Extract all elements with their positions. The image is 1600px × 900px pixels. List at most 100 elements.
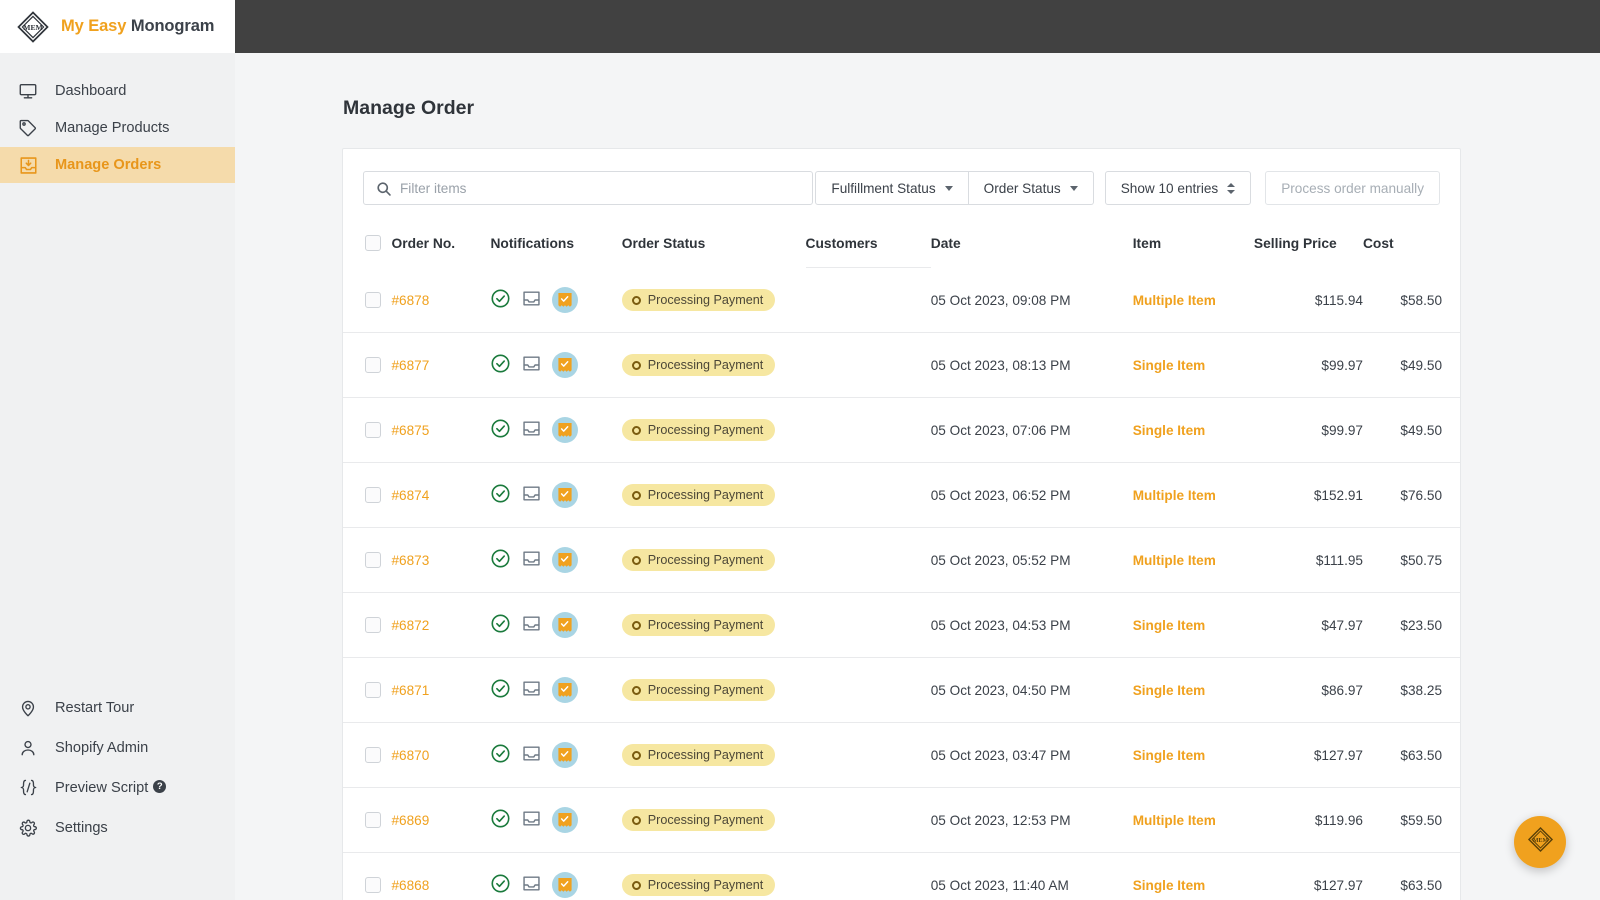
row-checkbox[interactable] (365, 357, 381, 373)
row-select-cell[interactable] (343, 462, 392, 528)
item-cell[interactable]: Multiple Item (1133, 268, 1254, 333)
row-select-cell[interactable] (343, 657, 392, 723)
sidebar-item-manage-products[interactable]: Manage Products (0, 110, 235, 146)
order-confirmed-check-icon[interactable] (490, 353, 511, 377)
item-cell[interactable]: Single Item (1132, 332, 1254, 398)
order-link[interactable]: #6877 (391, 358, 429, 373)
item-link[interactable]: Multiple Item (1133, 293, 1216, 308)
order-confirmed-check-icon[interactable] (490, 548, 511, 572)
table-row[interactable]: #6873 Processing Payment 05 Oct 2023, 05:5… (343, 527, 1460, 593)
row-select-cell[interactable] (343, 397, 392, 463)
item-link[interactable]: Single Item (1133, 878, 1206, 893)
row-select-cell[interactable] (343, 592, 392, 658)
table-row[interactable]: #6875 Processing Payment 05 Oct 2023, 07:0… (343, 397, 1460, 463)
inbox-tray-icon[interactable] (521, 418, 542, 442)
order-confirmed-check-icon[interactable] (490, 678, 511, 702)
row-checkbox[interactable] (365, 617, 381, 633)
receipt-paid-icon[interactable] (552, 677, 579, 703)
order-confirmed-check-icon[interactable] (490, 288, 511, 312)
brand-header[interactable]: MEM My Easy Monogram (0, 0, 235, 53)
row-checkbox[interactable] (365, 747, 381, 763)
order-link[interactable]: #6868 (391, 878, 429, 893)
row-checkbox[interactable] (365, 877, 381, 893)
inbox-tray-icon[interactable] (521, 483, 542, 507)
table-row[interactable]: #6868 Processing Payment 05 Oct 2023, 11:4… (343, 852, 1460, 900)
item-link[interactable]: Single Item (1133, 423, 1206, 438)
sidebar-item-manage-orders[interactable]: Manage Orders (0, 147, 235, 183)
order-confirmed-check-icon[interactable] (490, 873, 511, 897)
table-row[interactable]: #6877 Processing Payment 05 Oct 2023, 08:1… (343, 332, 1460, 398)
receipt-paid-icon[interactable] (552, 352, 579, 378)
item-cell[interactable]: Single Item (1132, 657, 1254, 723)
select-all-checkbox[interactable] (365, 235, 381, 251)
order-confirmed-check-icon[interactable] (490, 743, 511, 767)
order-no-cell[interactable]: #6870 (391, 722, 491, 788)
process-order-manually-button[interactable]: Process order manually (1265, 171, 1440, 205)
order-link[interactable]: #6875 (391, 423, 429, 438)
order-link[interactable]: #6871 (391, 683, 429, 698)
sidebar-item-dashboard[interactable]: Dashboard (0, 73, 235, 109)
item-cell[interactable]: Single Item (1132, 397, 1254, 463)
inbox-tray-icon[interactable] (521, 808, 542, 832)
row-select-cell[interactable] (343, 722, 392, 788)
order-link[interactable]: #6870 (391, 748, 429, 763)
item-link[interactable]: Multiple Item (1133, 488, 1216, 503)
item-link[interactable]: Single Item (1133, 683, 1206, 698)
order-no-cell[interactable]: #6868 (391, 852, 491, 900)
item-link[interactable]: Multiple Item (1133, 813, 1216, 828)
table-row[interactable]: #6870 Processing Payment 05 Oct 2023, 03:4… (343, 722, 1460, 788)
item-link[interactable]: Multiple Item (1133, 553, 1216, 568)
order-no-cell[interactable]: #6874 (391, 462, 491, 528)
row-checkbox[interactable] (365, 812, 381, 828)
order-link[interactable]: #6869 (391, 813, 429, 828)
order-no-cell[interactable]: #6873 (391, 527, 491, 593)
item-cell[interactable]: Multiple Item (1132, 787, 1254, 853)
inbox-tray-icon[interactable] (521, 548, 542, 572)
help-icon[interactable]: ? (153, 780, 167, 793)
row-checkbox[interactable] (365, 487, 381, 503)
inbox-tray-icon[interactable] (521, 678, 542, 702)
inbox-tray-icon[interactable] (521, 873, 542, 897)
inbox-tray-icon[interactable] (521, 613, 542, 637)
item-link[interactable]: Single Item (1133, 618, 1206, 633)
item-link[interactable]: Single Item (1133, 748, 1206, 763)
order-confirmed-check-icon[interactable] (490, 418, 511, 442)
item-cell[interactable]: Single Item (1132, 722, 1254, 788)
table-row[interactable]: #6869 Processing Payment 05 Oct 2023, 12:5… (343, 787, 1460, 853)
receipt-paid-icon[interactable] (552, 742, 579, 768)
table-row[interactable]: #6872 Processing Payment 05 Oct 2023, 04:5… (343, 592, 1460, 658)
row-checkbox[interactable] (365, 292, 381, 308)
order-confirmed-check-icon[interactable] (490, 483, 511, 507)
order-link[interactable]: #6878 (391, 293, 429, 308)
order-no-cell[interactable]: #6869 (391, 787, 491, 853)
order-link[interactable]: #6872 (391, 618, 429, 633)
receipt-paid-icon[interactable] (552, 417, 579, 443)
row-select-cell[interactable] (343, 852, 392, 900)
order-confirmed-check-icon[interactable] (490, 613, 511, 637)
item-cell[interactable]: Multiple Item (1132, 527, 1254, 593)
row-select-cell[interactable] (343, 332, 392, 398)
order-status-dropdown[interactable]: Order Status (968, 171, 1094, 205)
receipt-paid-icon[interactable] (552, 547, 579, 573)
search-input[interactable] (364, 180, 813, 196)
order-no-cell[interactable]: #6872 (391, 592, 491, 658)
row-checkbox[interactable] (365, 422, 381, 438)
show-entries-stepper[interactable]: Show 10 entries (1104, 171, 1252, 205)
fulfillment-status-dropdown[interactable]: Fulfillment Status (815, 171, 969, 205)
sidebar-item-shopify-admin[interactable]: Shopify Admin (0, 728, 235, 767)
receipt-paid-icon[interactable] (552, 482, 579, 508)
sidebar-item-preview-script[interactable]: Preview Script ? (0, 768, 235, 807)
order-no-cell[interactable]: #6877 (391, 332, 491, 398)
inbox-tray-icon[interactable] (521, 288, 542, 312)
monogram-fab-button[interactable]: MEM (1514, 816, 1566, 868)
row-select-cell[interactable] (343, 268, 391, 333)
row-select-cell[interactable] (343, 787, 392, 853)
receipt-paid-icon[interactable] (552, 287, 579, 313)
item-cell[interactable]: Single Item (1132, 852, 1254, 900)
order-no-cell[interactable]: #6878 (391, 268, 490, 333)
item-link[interactable]: Single Item (1133, 358, 1206, 373)
search-box[interactable] (363, 171, 814, 205)
table-row[interactable]: #6874 Processing Payment 05 Oct 2023, 06:5… (343, 462, 1460, 528)
row-checkbox[interactable] (365, 682, 381, 698)
sidebar-item-settings[interactable]: Settings (0, 808, 235, 847)
